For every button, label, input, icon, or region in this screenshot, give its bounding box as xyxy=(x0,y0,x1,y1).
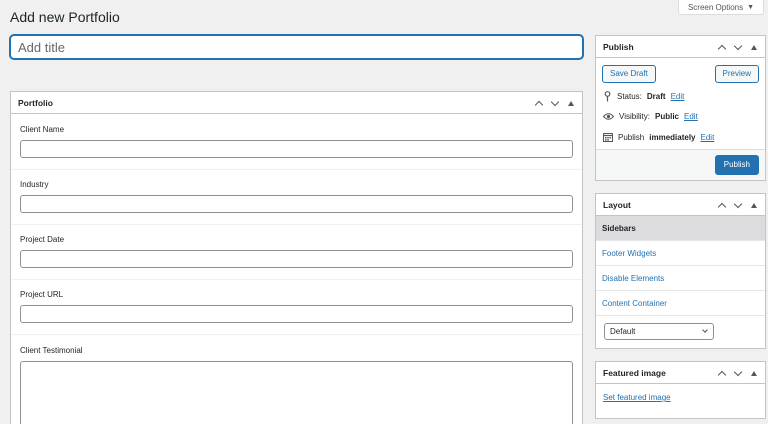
publish-title: Publish xyxy=(603,41,634,52)
layout-tab-content-container[interactable]: Content Container xyxy=(596,291,765,316)
publish-button[interactable]: Publish xyxy=(714,155,759,175)
layout-metabox: Layout Sidebars Footer Widgets Disable E… xyxy=(595,193,766,349)
toggle-panel-icon[interactable] xyxy=(749,200,759,210)
sidebar-select-value: Default xyxy=(610,327,636,336)
status-value: Draft xyxy=(646,92,666,101)
featured-image-title: Featured image xyxy=(603,367,666,378)
layout-tab-sidebars[interactable]: Sidebars xyxy=(596,216,765,241)
sidebar-select[interactable]: Default xyxy=(604,323,714,340)
move-up-icon[interactable] xyxy=(717,368,727,379)
featured-image-metabox: Featured image Set featured image xyxy=(595,361,766,419)
editor-page: Add new Portfolio Screen Options ▼ Portf… xyxy=(0,0,768,424)
toggle-panel-icon[interactable] xyxy=(749,42,759,52)
publish-metabox: Publish Save Draft Preview Status: Draft… xyxy=(595,35,766,181)
visibility-value: Public xyxy=(654,112,679,121)
move-up-icon[interactable] xyxy=(717,42,727,53)
screen-options-button[interactable]: Screen Options ▼ xyxy=(678,0,764,15)
client-testimonial-label: Client Testimonial xyxy=(20,346,83,355)
industry-input[interactable] xyxy=(20,195,573,213)
publish-footer: Publish xyxy=(596,149,765,180)
set-featured-image-link[interactable]: Set featured image xyxy=(603,393,671,402)
publish-time-edit-link[interactable]: Edit xyxy=(701,133,715,142)
page-title: Add new Portfolio xyxy=(10,9,120,25)
project-date-label: Project Date xyxy=(20,235,65,244)
client-name-input[interactable] xyxy=(20,140,573,158)
client-name-label: Client Name xyxy=(20,125,65,134)
featured-image-header: Featured image xyxy=(596,362,765,384)
publish-header: Publish xyxy=(596,36,765,58)
project-date-input[interactable] xyxy=(20,250,573,268)
caret-down-icon: ▼ xyxy=(747,3,755,11)
eye-icon xyxy=(603,113,614,120)
portfolio-title: Portfolio xyxy=(18,97,53,108)
toggle-panel-icon[interactable] xyxy=(566,98,576,108)
move-up-icon[interactable] xyxy=(534,98,544,109)
move-down-icon[interactable] xyxy=(733,367,743,378)
industry-label: Industry xyxy=(20,180,49,189)
move-down-icon[interactable] xyxy=(733,199,743,210)
portfolio-header: Portfolio xyxy=(11,92,582,114)
publish-time-label: Publish xyxy=(618,132,645,142)
status-label: Status: xyxy=(617,92,642,101)
visibility-label: Visibility: xyxy=(619,112,650,121)
toggle-panel-icon[interactable] xyxy=(749,368,759,378)
title-input[interactable] xyxy=(10,35,583,59)
layout-header: Layout xyxy=(596,194,765,216)
project-url-label: Project URL xyxy=(20,290,64,299)
publish-time-row: Publish immediately Edit xyxy=(603,132,714,142)
status-row: Status: Draft Edit xyxy=(603,91,684,102)
visibility-row: Visibility: Public Edit xyxy=(603,112,698,121)
client-testimonial-textarea[interactable] xyxy=(20,361,573,424)
publish-time-value: immediately xyxy=(649,132,696,142)
layout-title: Layout xyxy=(603,199,631,210)
save-draft-button[interactable]: Save Draft xyxy=(602,65,656,83)
portfolio-metabox: Portfolio Client Name Industry Project D… xyxy=(10,91,583,424)
project-url-input[interactable] xyxy=(20,305,573,323)
visibility-edit-link[interactable]: Edit xyxy=(684,112,698,121)
move-up-icon[interactable] xyxy=(717,200,727,211)
preview-button[interactable]: Preview xyxy=(714,65,759,83)
layout-tab-footer-widgets[interactable]: Footer Widgets xyxy=(596,241,765,266)
chevron-down-icon xyxy=(702,327,708,333)
layout-tab-disable-elements[interactable]: Disable Elements xyxy=(596,266,765,291)
status-edit-link[interactable]: Edit xyxy=(671,92,685,101)
pin-icon xyxy=(604,91,611,102)
move-down-icon[interactable] xyxy=(733,41,743,52)
calendar-icon xyxy=(603,133,613,142)
move-down-icon[interactable] xyxy=(550,97,560,108)
screen-options-label: Screen Options xyxy=(687,2,744,12)
